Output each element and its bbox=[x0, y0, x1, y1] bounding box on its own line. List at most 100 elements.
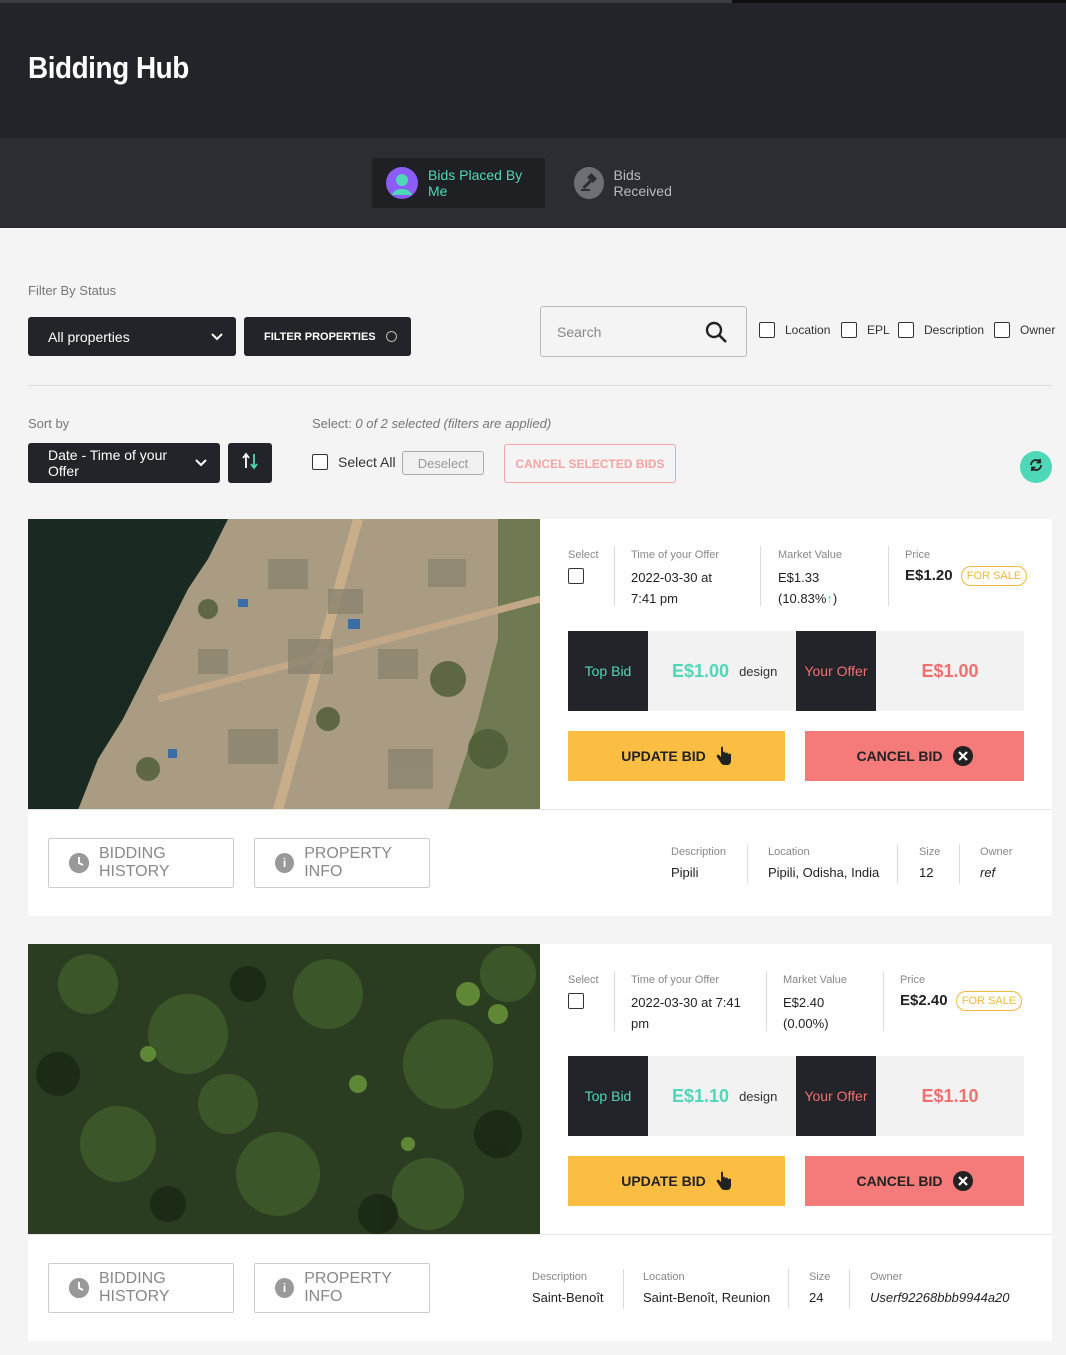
filter-description-checkbox[interactable]: Description bbox=[898, 322, 984, 338]
property-owner: Owner ref bbox=[980, 846, 1012, 880]
refresh-icon bbox=[1027, 456, 1045, 479]
owner-label: Owner bbox=[870, 1271, 903, 1283]
owner-value[interactable]: Userf92268bbb9944a20 bbox=[870, 1290, 1010, 1305]
filter-properties-button[interactable]: FILTER PROPERTIES bbox=[244, 317, 411, 356]
sort-direction-button[interactable] bbox=[228, 443, 272, 483]
info-icon: i bbox=[275, 1278, 295, 1298]
divider bbox=[28, 809, 1052, 810]
divider bbox=[614, 971, 615, 1031]
bid-select-checkbox[interactable] bbox=[568, 992, 584, 1009]
select-column: Select bbox=[568, 974, 608, 1032]
property-info-button[interactable]: i PROPERTY INFO bbox=[254, 838, 430, 888]
market-value-label: Market Value bbox=[778, 549, 842, 561]
market-value-change: (0.00%) bbox=[783, 1013, 883, 1034]
cancel-selected-bids-button[interactable]: CANCEL SELECTED BIDS bbox=[504, 444, 676, 483]
divider bbox=[623, 1269, 624, 1309]
description-label: Description bbox=[532, 1271, 588, 1283]
top-bid-value-block: E$1.10 design bbox=[648, 1056, 796, 1136]
checkbox[interactable] bbox=[994, 322, 1010, 338]
size-label: Size bbox=[809, 1271, 831, 1283]
sort-label: Sort by bbox=[28, 416, 70, 431]
selection-count: 0 of 2 selected (filters are applied) bbox=[355, 416, 552, 431]
owner-value[interactable]: ref bbox=[980, 865, 1012, 880]
update-bid-button[interactable]: UPDATE BID bbox=[568, 731, 785, 781]
clock-icon bbox=[69, 1278, 89, 1298]
property-image[interactable] bbox=[28, 519, 540, 810]
checkbox[interactable] bbox=[312, 454, 328, 470]
loading-ring-icon bbox=[385, 331, 397, 342]
top-bid-label-block: Top Bid bbox=[568, 631, 656, 711]
divider bbox=[883, 971, 884, 1031]
price-label: Price bbox=[900, 974, 926, 986]
deselect-button[interactable]: Deselect bbox=[402, 451, 484, 475]
select-all-label: Select All bbox=[338, 454, 396, 470]
search-input[interactable]: Search bbox=[540, 306, 747, 357]
cancel-bid-button[interactable]: CANCEL BID bbox=[805, 731, 1024, 781]
cancel-bid-button[interactable]: CANCEL BID bbox=[805, 1156, 1024, 1206]
top-bid-value-block: E$1.00 design bbox=[648, 631, 796, 711]
your-offer-label: Your Offer bbox=[804, 1088, 868, 1104]
checkbox-label: Owner bbox=[1020, 323, 1056, 337]
bid-select-checkbox[interactable] bbox=[568, 567, 584, 584]
for-sale-badge: FOR SALE bbox=[961, 566, 1027, 586]
sort-dropdown[interactable]: Date - Time of your Offer bbox=[28, 443, 220, 483]
checkbox[interactable] bbox=[841, 322, 857, 338]
top-bidder-name: design bbox=[739, 1088, 778, 1104]
info-icon: i bbox=[275, 853, 295, 873]
chevron-down-icon bbox=[194, 455, 208, 471]
cancel-bid-label: CANCEL BID bbox=[856, 748, 943, 764]
bidding-history-button[interactable]: BIDDING HISTORY bbox=[48, 838, 234, 888]
filter-location-checkbox[interactable]: Location bbox=[759, 322, 830, 338]
top-bid-amount: E$1.00 bbox=[672, 660, 730, 681]
offer-time-value: 2022-03-30 at 7:41 bbox=[631, 995, 741, 1010]
divider bbox=[959, 844, 960, 884]
checkbox[interactable] bbox=[898, 322, 914, 338]
location-label: Location bbox=[768, 846, 810, 858]
tab-bids-placed-by-me[interactable]: Bids Placed By Me bbox=[372, 158, 545, 208]
your-offer-value-block: E$1.10 bbox=[876, 1056, 1024, 1136]
property-image[interactable] bbox=[28, 944, 540, 1235]
size-value: 24 bbox=[809, 1290, 824, 1305]
filter-epl-checkbox[interactable]: EPL bbox=[841, 322, 890, 338]
checkbox[interactable] bbox=[759, 322, 775, 338]
filter-button-label: FILTER PROPERTIES bbox=[264, 330, 376, 343]
sort-direction-icon bbox=[240, 451, 260, 476]
tab-bids-received[interactable]: Bids Received bbox=[560, 158, 710, 208]
select-column: Select bbox=[568, 549, 608, 607]
bidding-history-label: BIDDING HISTORY bbox=[99, 845, 170, 880]
user-icon bbox=[386, 167, 418, 199]
market-change-value: (0.00%) bbox=[783, 1016, 829, 1031]
cancel-bid-label: CANCEL BID bbox=[856, 1173, 943, 1189]
select-label: Select bbox=[568, 549, 599, 561]
divider bbox=[888, 546, 889, 606]
owner-label: Owner bbox=[980, 846, 1013, 858]
close-icon bbox=[952, 746, 973, 766]
divider bbox=[760, 546, 761, 606]
market-value-amount: E$1.33 bbox=[778, 570, 820, 585]
search-icon[interactable] bbox=[704, 320, 728, 347]
divider bbox=[788, 1269, 789, 1309]
location-value: Saint-Benoît, Reunion bbox=[643, 1290, 771, 1305]
select-all-checkbox[interactable]: Select All bbox=[312, 454, 396, 470]
market-value-change: (10.83%↑) bbox=[778, 588, 878, 609]
close-icon bbox=[952, 1171, 973, 1191]
refresh-button[interactable] bbox=[1020, 451, 1052, 483]
loading-bar-remainder bbox=[732, 0, 1066, 3]
your-offer-label-block: Your Offer bbox=[796, 631, 884, 711]
property-info-label: PROPERTY INFO bbox=[304, 845, 392, 880]
offer-time-label: Time of your Offer bbox=[631, 549, 720, 561]
property-location: Location Saint-Benoît, Reunion bbox=[643, 1271, 770, 1305]
property-info-button[interactable]: i PROPERTY INFO bbox=[254, 1263, 430, 1313]
offer-time-value: 2022-03-30 at bbox=[631, 570, 712, 585]
clock-icon bbox=[69, 853, 89, 873]
location-value: Pipili, Odisha, India bbox=[768, 865, 880, 880]
filter-owner-checkbox[interactable]: Owner bbox=[994, 322, 1055, 338]
description-value: Saint-Benoît bbox=[532, 1290, 604, 1305]
property-description: Description Saint-Benoît bbox=[532, 1271, 604, 1305]
bidding-history-button[interactable]: BIDDING HISTORY bbox=[48, 1263, 234, 1313]
update-bid-button[interactable]: UPDATE BID bbox=[568, 1156, 785, 1206]
divider bbox=[849, 1269, 850, 1309]
select-label: Select bbox=[568, 974, 599, 986]
status-dropdown[interactable]: All properties bbox=[28, 317, 236, 356]
market-value: Market Value E$1.33 (10.83%↑) bbox=[778, 549, 878, 607]
